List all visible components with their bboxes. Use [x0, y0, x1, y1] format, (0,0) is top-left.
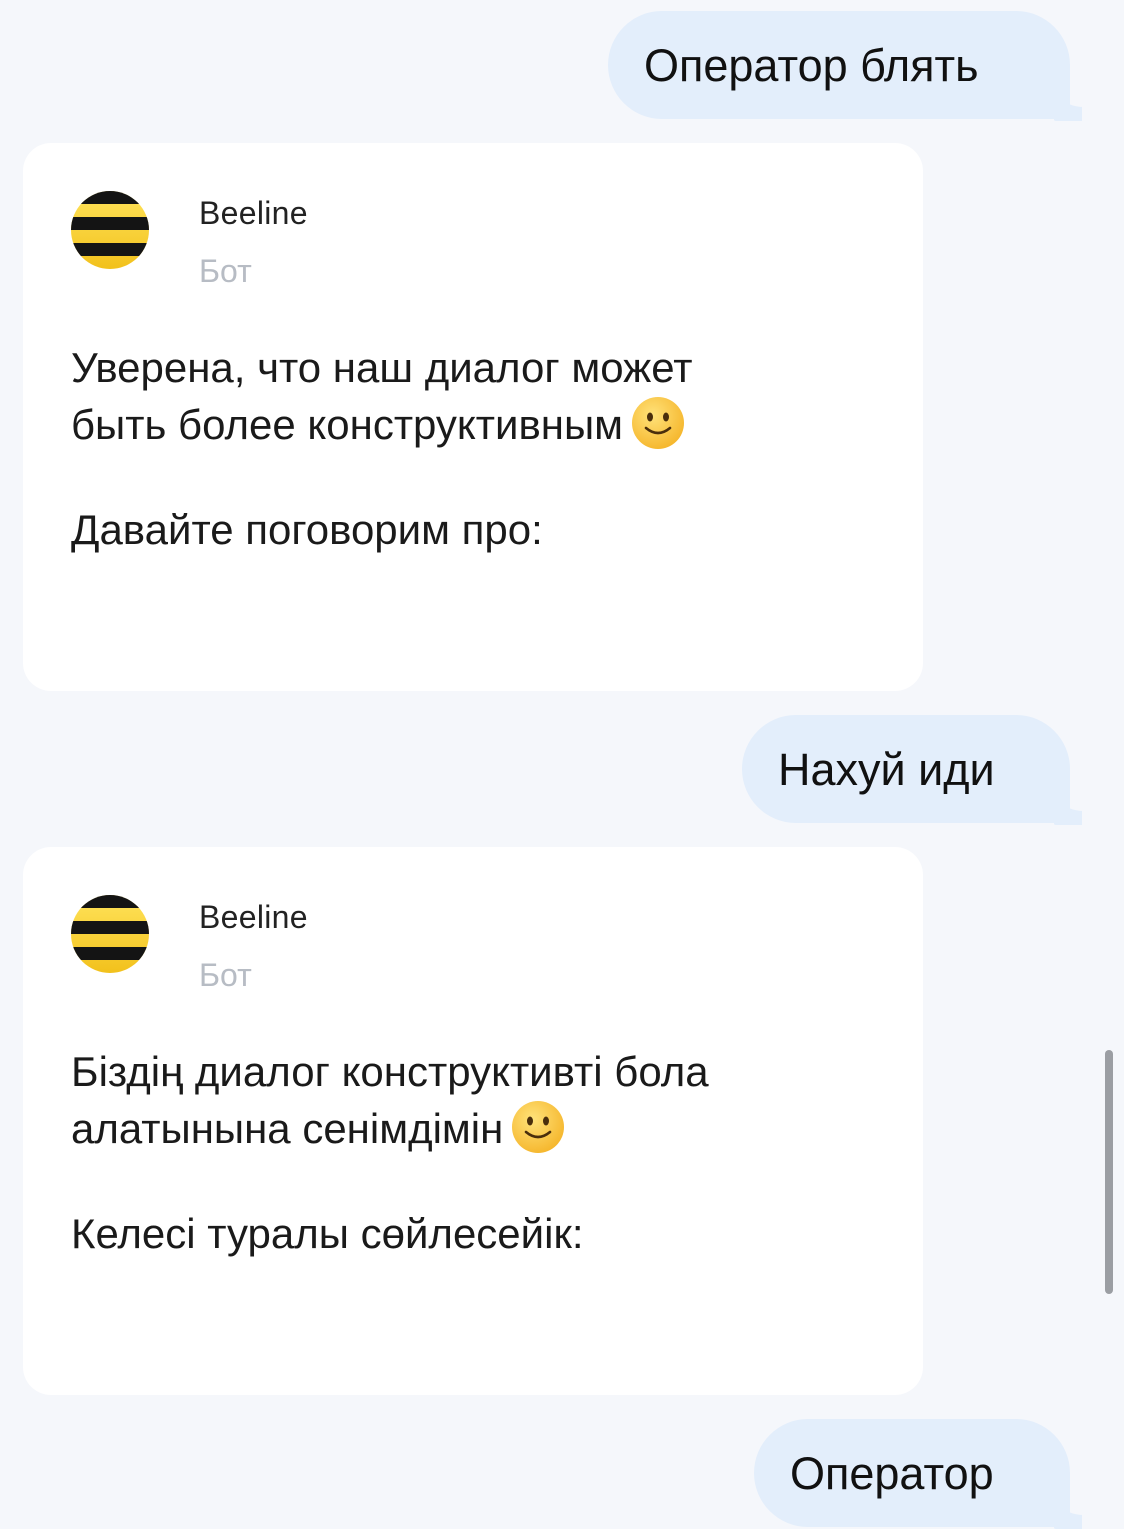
bot-sender-role: Бот — [199, 957, 252, 993]
bot-message-line: Келесі туралы сөйлесейік: — [71, 1210, 584, 1257]
scrollbar[interactable] — [1105, 1050, 1113, 1294]
bot-message-text: Уверена, что наш диалог может быть более… — [71, 339, 881, 558]
bot-message-line: алатынына сенімдімін — [71, 1100, 881, 1157]
bot-sender-name: Beeline — [199, 195, 308, 231]
user-message-text: Нахуй иди — [778, 743, 995, 795]
user-message-text: Оператор — [790, 1447, 994, 1499]
user-message-text: Оператор блять — [644, 39, 979, 91]
bot-message-line: быть более конструктивным — [71, 396, 881, 453]
beeline-logo-icon — [71, 895, 149, 973]
bot-message-line: Уверена, что наш диалог может — [71, 344, 693, 391]
user-message-bubble: Оператор блять — [608, 11, 1070, 119]
user-message-bubble: Нахуй иди — [742, 715, 1070, 823]
bot-message-line: Давайте поговорим про: — [71, 506, 543, 553]
bot-message-card: Beeline Бот Біздің диалог конструктивті … — [23, 847, 923, 1395]
slightly-smiling-face-icon — [632, 397, 685, 449]
bot-sender-name: Beeline — [199, 899, 308, 935]
bot-sender-role: Бот — [199, 253, 252, 289]
user-message-bubble: Оператор — [754, 1419, 1070, 1527]
slightly-smiling-face-icon — [512, 1101, 565, 1153]
bot-message-line: Біздің диалог конструктивті бола — [71, 1048, 709, 1095]
bot-message-card: Beeline Бот Уверена, что наш диалог може… — [23, 143, 923, 691]
bot-message-text: Біздің диалог конструктивті бола алатыны… — [71, 1043, 881, 1262]
beeline-logo-icon — [71, 191, 149, 269]
